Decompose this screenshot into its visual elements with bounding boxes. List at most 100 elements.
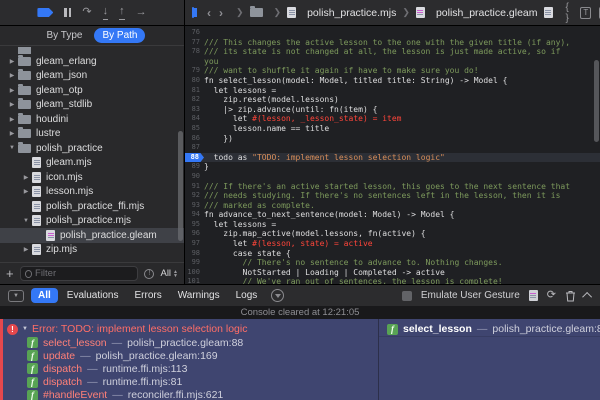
issues-filter-icon[interactable]: ! (144, 268, 155, 279)
tree-item-lesson-mjs[interactable]: ▶ lesson.mjs (0, 185, 184, 200)
add-breakpoint-button[interactable]: + (6, 267, 14, 280)
line-number-gutter[interactable]: 88 (185, 152, 204, 163)
tree-item-houdini[interactable]: ▶ houdini (0, 112, 184, 127)
line-number-gutter[interactable]: 101 (185, 277, 204, 284)
stack-frame-row[interactable]: f select_lesson — polish_practice.gleam:88 (0, 336, 378, 349)
step-over-icon[interactable]: ↷ (82, 7, 91, 18)
line-number-gutter[interactable]: 92 (185, 191, 204, 201)
console-filter-all[interactable]: All (31, 288, 58, 303)
line-number-gutter[interactable]: 86 (185, 134, 204, 144)
step-icon[interactable]: → (136, 7, 147, 18)
type-info-icon[interactable]: T (580, 6, 592, 19)
editor-scrollbar[interactable] (594, 60, 599, 142)
line-number-gutter[interactable]: 93 (185, 201, 204, 211)
sidebar-toggle-icon[interactable] (192, 7, 197, 18)
step-out-icon[interactable]: ↑ (119, 5, 125, 20)
line-number-gutter[interactable]: 81 (185, 86, 204, 96)
trash-icon[interactable] (565, 290, 576, 302)
line-number-gutter[interactable]: 83 (185, 105, 204, 115)
line-number-gutter[interactable]: 82 (185, 95, 204, 105)
line-number-gutter[interactable]: 76 (185, 28, 204, 38)
line-number-gutter[interactable]: 99 (185, 258, 204, 268)
line-number-gutter[interactable]: 98 (185, 249, 204, 259)
tree-item-zip-mjs[interactable]: ▶ zip.mjs (0, 243, 184, 258)
breakpoints-toggle-icon[interactable] (37, 8, 54, 17)
line-number-gutter[interactable] (185, 57, 204, 67)
tree-item-polish-practice-ffi-mjs[interactable]: polish_practice_ffi.mjs (0, 199, 184, 214)
stack-frame-row[interactable]: f update — polish_practice.gleam:169 (0, 349, 378, 362)
stack-frame-row[interactable]: f #handleEvent — reconciler.ffi.mjs:621 (0, 389, 378, 400)
line-number-gutter[interactable]: 87 (185, 143, 204, 153)
console-drawer-toggle-icon[interactable]: ▼ (8, 289, 24, 302)
step-into-icon[interactable]: ↓ (102, 5, 109, 20)
tab-by-type[interactable]: By Type (39, 28, 91, 43)
tree-item-gleam-mjs[interactable]: gleam.mjs (0, 156, 184, 171)
tree-item-polish-practice-gleam[interactable]: polish_practice.gleam (0, 228, 184, 243)
tree-item-polish-practice[interactable]: ▼ polish_practice (0, 141, 184, 156)
disclosure-triangle-icon[interactable]: ▶ (20, 174, 32, 181)
folder-icon[interactable] (249, 6, 263, 17)
disclosure-triangle-icon[interactable]: ▼ (22, 326, 28, 332)
tree-item-partial[interactable] (0, 47, 184, 54)
line-number-gutter[interactable]: 94 (185, 210, 204, 220)
tree-item-icon-mjs[interactable]: ▶ icon.mjs (0, 170, 184, 185)
tab-by-path[interactable]: By Path (94, 28, 146, 43)
line-number-gutter[interactable]: 77 (185, 38, 204, 48)
line-number-gutter[interactable]: 78 (185, 47, 204, 57)
disclosure-triangle-icon[interactable]: ▼ (20, 218, 32, 224)
disclosure-triangle-icon[interactable]: ▶ (6, 58, 18, 65)
line-number-gutter[interactable]: 90 (185, 172, 204, 182)
disclosure-triangle-icon[interactable]: ▼ (6, 145, 18, 151)
source-file-icon[interactable] (528, 290, 538, 301)
message-filter-icon[interactable] (271, 289, 285, 302)
back-button[interactable]: ‹ (206, 6, 212, 20)
disclosure-triangle-icon[interactable]: ▶ (6, 101, 18, 108)
error-row[interactable]: ! ▼ Error: TODO: implement lesson select… (0, 322, 378, 336)
disclosure-triangle-icon[interactable]: ▶ (6, 87, 18, 94)
filter-input[interactable] (35, 268, 134, 279)
resource-scope-select[interactable]: All ▲ ▼ (160, 268, 178, 279)
forward-button[interactable]: › (218, 6, 224, 20)
line-number-gutter[interactable]: 97 (185, 239, 204, 249)
line-number-gutter[interactable]: 85 (185, 124, 204, 134)
stack-frame-row[interactable]: f select_lesson — polish_practice.gleam:… (379, 322, 600, 337)
console-filter-evaluations[interactable]: Evaluations (60, 288, 126, 303)
chevron-up-icon[interactable] (582, 291, 593, 302)
tree-item-gleam-json[interactable]: ▶ gleam_json (0, 69, 184, 84)
tree-item-lustre[interactable]: ▶ lustre (0, 127, 184, 142)
tree-item-polish-practice-mjs[interactable]: ▼ polish_practice.mjs (0, 214, 184, 229)
breadcrumb-item-current[interactable]: polish_practice.gleam (436, 7, 538, 19)
console-filter-logs[interactable]: Logs (229, 288, 265, 303)
sidebar-scrollbar[interactable] (178, 131, 183, 241)
disclosure-triangle-icon[interactable]: ▶ (6, 116, 18, 123)
line-number-gutter[interactable]: 80 (185, 76, 204, 86)
code-text: you (204, 56, 219, 66)
disclosure-triangle-icon[interactable]: ▶ (20, 188, 32, 195)
code-text: /// marked as complete. (204, 200, 315, 210)
tree-item-gleam-erlang[interactable]: ▶ gleam_erlang (0, 54, 184, 69)
stack-frame-row[interactable]: f dispatch — runtime.ffi.mjs:81 (0, 376, 378, 389)
line-number-gutter[interactable]: 100 (185, 268, 204, 278)
pause-resume-icon[interactable] (64, 8, 72, 17)
disclosure-triangle-icon[interactable]: ▶ (6, 130, 18, 137)
line-number-gutter[interactable]: 84 (185, 114, 204, 124)
emulate-user-gesture-checkbox[interactable] (401, 290, 412, 301)
console-filter-warnings[interactable]: Warnings (171, 288, 227, 303)
filter-field[interactable] (19, 266, 139, 281)
line-number-gutter[interactable]: 91 (185, 182, 204, 192)
line-number-gutter[interactable]: 96 (185, 229, 204, 239)
tree-item-gleam-stdlib[interactable]: ▶ gleam_stdlib (0, 98, 184, 113)
tree-item-gleam-otp[interactable]: ▶ gleam_otp (0, 83, 184, 98)
disclosure-triangle-icon[interactable]: ▶ (6, 72, 18, 79)
refresh-icon[interactable]: ⟳ (547, 290, 556, 301)
tree-item-label: polish_practice_ffi.mjs (46, 200, 145, 212)
line-number-gutter[interactable]: 89 (185, 162, 204, 172)
disclosure-triangle-icon[interactable]: ▶ (20, 246, 32, 253)
braces-icon[interactable]: { } (566, 2, 573, 24)
stack-frame-row[interactable]: f dispatch — runtime.ffi.mjs:113 (0, 362, 378, 375)
pretty-print-icon[interactable] (543, 7, 553, 18)
line-number-gutter[interactable]: 79 (185, 66, 204, 76)
line-number-gutter[interactable]: 95 (185, 220, 204, 230)
console-filter-errors[interactable]: Errors (127, 288, 168, 303)
breadcrumb-item[interactable]: polish_practice.mjs (307, 7, 396, 19)
